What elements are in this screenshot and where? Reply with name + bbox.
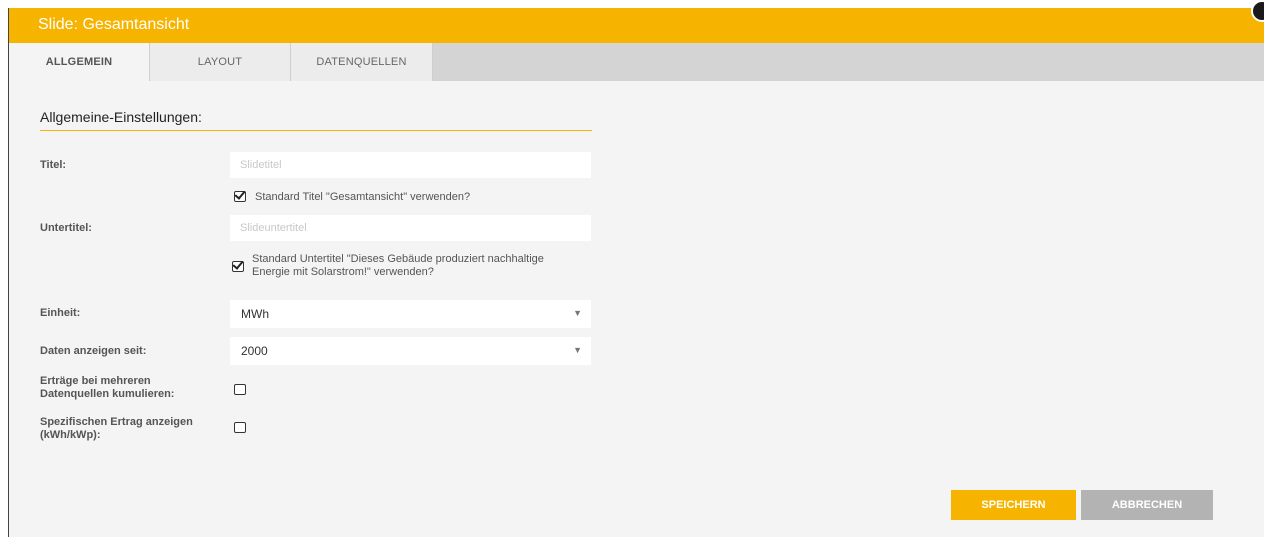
- title-label: Titel:: [40, 159, 67, 171]
- cumulate-label-line2: Datenquellen kumulieren:: [40, 388, 175, 400]
- unit-select-value: MWh: [241, 307, 269, 321]
- subtitle-default-checkbox[interactable]: [232, 261, 244, 272]
- tab-bar: ALLGEMEIN LAYOUT DATENQUELLEN: [9, 43, 1264, 81]
- specific-yield-label-line1: Spezifischen Ertrag anzeigen: [40, 416, 193, 428]
- slide-dialog: Slide: Gesamtansicht ALLGEMEIN LAYOUT DA…: [8, 0, 1264, 537]
- title-input[interactable]: [230, 152, 591, 178]
- subtitle-input[interactable]: [230, 215, 591, 241]
- chevron-down-icon: ▼: [573, 345, 582, 355]
- cumulate-label: Erträge bei mehreren Datenquellen kumuli…: [40, 375, 174, 401]
- since-select[interactable]: 2000 ▼: [230, 337, 591, 365]
- specific-yield-label: Spezifischen Ertrag anzeigen (kWh/kWp):: [40, 416, 193, 442]
- unit-label: Einheit:: [40, 307, 81, 319]
- dialog-header: Slide: Gesamtansicht: [9, 8, 1264, 43]
- section-divider: [40, 130, 592, 131]
- tab-allgemein[interactable]: ALLGEMEIN: [9, 43, 150, 81]
- specific-yield-label-line2: (kWh/kWp):: [40, 429, 101, 441]
- since-label: Daten anzeigen seit:: [40, 345, 147, 357]
- section-title: Allgemeine-Einstellungen:: [40, 109, 202, 125]
- title-default-label: Standard Titel "Gesamtansicht" verwenden…: [255, 191, 471, 203]
- unit-select[interactable]: MWh ▼: [230, 300, 591, 328]
- chevron-down-icon: ▼: [573, 308, 582, 318]
- subtitle-default-label-line2: Energie mit Solarstrom!" verwenden?: [252, 266, 434, 278]
- dialog-title: Slide: Gesamtansicht: [38, 16, 190, 33]
- cumulate-checkbox[interactable]: [234, 384, 246, 395]
- since-select-value: 2000: [241, 344, 268, 358]
- subtitle-default-label-line1: Standard Untertitel "Dieses Gebäude prod…: [252, 253, 544, 265]
- cancel-button[interactable]: ABBRECHEN: [1081, 490, 1213, 520]
- title-default-checkbox[interactable]: [234, 191, 246, 202]
- tab-layout[interactable]: LAYOUT: [150, 43, 291, 81]
- subtitle-default-label: Standard Untertitel "Dieses Gebäude prod…: [252, 253, 544, 279]
- tab-datenquellen[interactable]: DATENQUELLEN: [291, 43, 433, 81]
- cumulate-label-line1: Erträge bei mehreren: [40, 375, 151, 387]
- specific-yield-checkbox[interactable]: [234, 422, 246, 433]
- save-button[interactable]: SPEICHERN: [951, 490, 1076, 520]
- subtitle-label: Untertitel:: [40, 222, 92, 234]
